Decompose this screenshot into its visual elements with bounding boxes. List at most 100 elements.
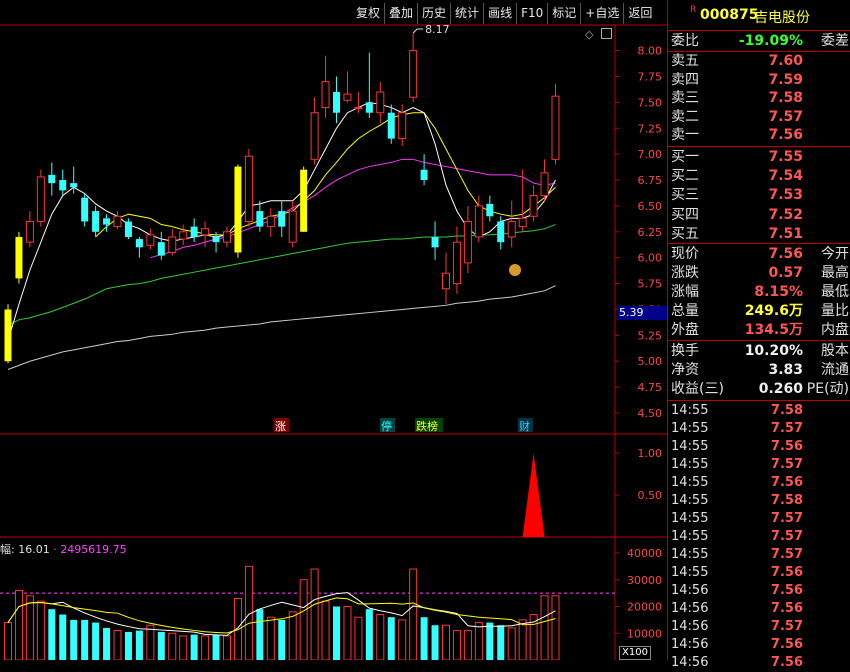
quote-right-label: 量比: [821, 303, 849, 319]
price-axis-label: 6.25: [638, 226, 663, 239]
quote-label: 总量: [671, 303, 699, 319]
tick-row: 14:55 7.57: [668, 528, 850, 546]
candle-body[interactable]: [146, 234, 155, 246]
candle-body[interactable]: [398, 112, 407, 140]
candle-body[interactable]: [551, 95, 560, 160]
toolbar-button-fuquan[interactable]: 复权: [352, 3, 384, 24]
quote-right-label: 今开: [821, 246, 849, 262]
volume-bar: [146, 624, 155, 660]
price-axis-label: 7.00: [638, 148, 663, 161]
candle-body[interactable]: [365, 102, 373, 113]
candle-body[interactable]: [343, 93, 352, 101]
window-restore-icon[interactable]: [601, 28, 612, 39]
sell-row[interactable]: 卖一 7.56: [668, 126, 850, 144]
candle-body[interactable]: [486, 203, 494, 217]
toolbar-button-stats[interactable]: 统计: [450, 3, 483, 24]
candle-body[interactable]: [310, 112, 319, 160]
candle-body[interactable]: [113, 215, 122, 228]
toolbar-button-add-watchlist[interactable]: +自选: [580, 3, 623, 24]
toolbar-button-draw[interactable]: 画线: [483, 3, 516, 24]
candle-body[interactable]: [409, 50, 418, 98]
candle-body[interactable]: [4, 309, 12, 362]
toolbar-button-history[interactable]: 历史: [417, 3, 450, 24]
price-axis-label: 6.75: [638, 174, 663, 187]
candle-body[interactable]: [497, 221, 505, 243]
candle-body[interactable]: [529, 195, 538, 217]
buy-row[interactable]: 买四 7.52: [668, 206, 850, 224]
candle-body[interactable]: [256, 211, 264, 227]
r-badge: R: [690, 5, 697, 15]
buy-row[interactable]: 买三 7.53: [668, 186, 850, 204]
candle-body[interactable]: [321, 81, 330, 109]
candle-body[interactable]: [420, 169, 428, 181]
candle-body[interactable]: [518, 217, 527, 228]
candle-body[interactable]: [157, 242, 165, 256]
buy-row[interactable]: 买五 7.51: [668, 225, 850, 243]
candle-body[interactable]: [300, 169, 308, 232]
candle-body[interactable]: [135, 239, 143, 248]
quote-right-label: 内盘: [821, 322, 849, 338]
candle-body[interactable]: [463, 220, 472, 264]
candle-body[interactable]: [25, 220, 34, 243]
price-axis-label: 8.00: [638, 45, 663, 58]
candle-body[interactable]: [333, 92, 340, 113]
candle-body[interactable]: [223, 231, 231, 243]
candle-body[interactable]: [59, 180, 67, 191]
candle-body[interactable]: [431, 236, 439, 248]
toolbar-button-back[interactable]: 返回: [623, 3, 656, 24]
tick-row: 14:55 7.58: [668, 492, 850, 510]
candle-body[interactable]: [278, 211, 286, 227]
event-tag[interactable]: 跌榜: [416, 419, 438, 433]
quote-value: 249.6万: [744, 303, 803, 319]
candle-body[interactable]: [474, 205, 483, 238]
price-axis-label: 5.75: [638, 278, 663, 291]
candle-body[interactable]: [81, 197, 89, 222]
kline-chart[interactable]: 8.00 7.75 7.50 7.25 7.00 6.75 6.50 6.25 6.00 5.75…: [0, 0, 667, 660]
candle-body[interactable]: [452, 241, 461, 285]
candle-body[interactable]: [266, 215, 275, 228]
candle-body[interactable]: [201, 228, 210, 236]
diamond-icon[interactable]: ◇: [585, 28, 593, 41]
sell-row[interactable]: 卖四 7.59: [668, 71, 850, 89]
candle-body[interactable]: [103, 218, 111, 225]
sell-row[interactable]: 卖五 7.60: [668, 52, 850, 70]
candle-body[interactable]: [124, 221, 132, 237]
buy-row[interactable]: 买二 7.54: [668, 167, 850, 185]
buy-row[interactable]: 买一 7.55: [668, 148, 850, 166]
candle-body[interactable]: [179, 231, 188, 240]
toolbar-button-f10[interactable]: F10: [516, 3, 547, 24]
candle-body[interactable]: [376, 91, 385, 114]
candle-body[interactable]: [190, 226, 198, 237]
toolbar-button-mark[interactable]: 标记: [547, 3, 580, 24]
candle-body[interactable]: [15, 236, 23, 279]
candle-body[interactable]: [168, 236, 177, 254]
stock-name: 吉电股份: [754, 10, 810, 26]
candle-body[interactable]: [234, 166, 242, 253]
ma120-line: [7, 285, 556, 370]
candle-body[interactable]: [540, 172, 549, 197]
candle-body[interactable]: [212, 236, 220, 243]
buy-price: 7.51: [768, 225, 803, 242]
event-tag[interactable]: 财: [519, 419, 530, 433]
money-bag-icon[interactable]: [509, 264, 521, 276]
event-tag[interactable]: 涨: [275, 420, 286, 433]
volume-bar: [354, 616, 363, 660]
tick-time: 14:56: [671, 655, 709, 670]
sell-row[interactable]: 卖二 7.57: [668, 108, 850, 126]
sell-price: 7.60: [768, 53, 803, 69]
tick-time: 14:55: [671, 493, 709, 508]
candle-body[interactable]: [507, 220, 516, 238]
candle-body[interactable]: [92, 211, 100, 232]
candle-body[interactable]: [48, 174, 56, 184]
candle-body[interactable]: [354, 107, 363, 110]
tick-row: 14:55 7.56: [668, 438, 850, 456]
candle-body[interactable]: [70, 183, 78, 188]
candle-body[interactable]: [36, 176, 45, 222]
candle-body[interactable]: [244, 155, 253, 222]
event-tag[interactable]: 停: [381, 419, 392, 433]
candle-body[interactable]: [288, 210, 297, 243]
candle-body[interactable]: [442, 272, 450, 290]
toolbar-button-overlay[interactable]: 叠加: [384, 3, 417, 24]
candle-body[interactable]: [387, 112, 395, 139]
sell-row[interactable]: 卖三 7.58: [668, 89, 850, 107]
